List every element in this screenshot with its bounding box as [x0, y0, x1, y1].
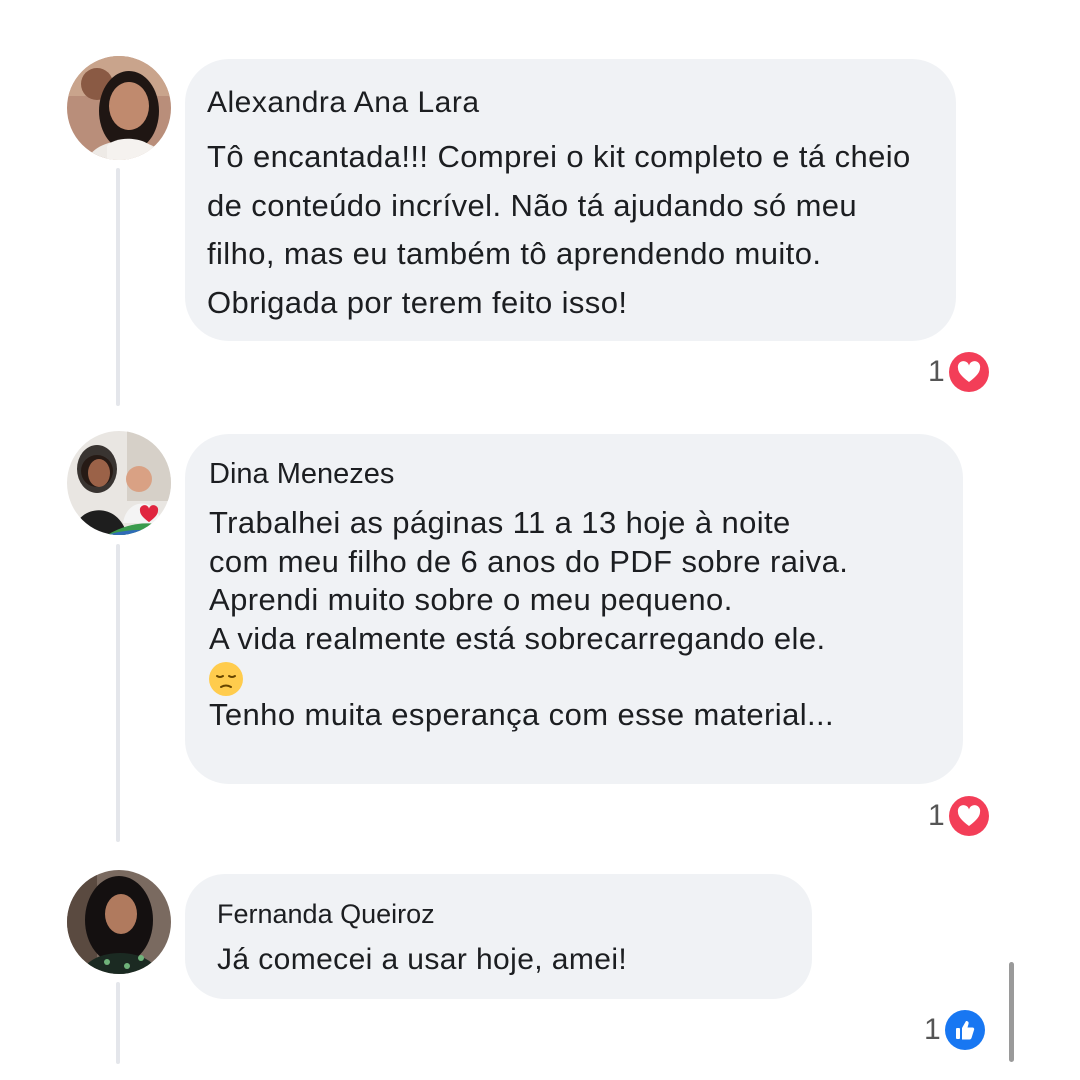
reaction-count: 1 — [924, 1013, 941, 1046]
thread-line — [116, 544, 120, 842]
comment-bubble: Dina Menezes Trabalhei as páginas 11 a 1… — [185, 434, 963, 784]
emoji-line — [209, 658, 953, 696]
comment-text: Já comecei a usar hoje, amei! — [217, 943, 628, 976]
reaction-summary[interactable]: 1 — [928, 352, 989, 392]
heart-icon — [139, 505, 159, 523]
comment-author[interactable]: Alexandra Ana Lara — [207, 85, 932, 121]
comment-text: Tô encantada!!! Comprei o kit completo e… — [207, 139, 911, 320]
comment-author[interactable]: Fernanda Queiroz — [217, 898, 788, 930]
comment-author[interactable]: Dina Menezes — [209, 456, 953, 492]
comment-bubble: Fernanda Queiroz Já comecei a usar hoje,… — [185, 874, 812, 999]
comment-bubble: Alexandra Ana Lara Tô encantada!!! Compr… — [185, 59, 956, 341]
avatar[interactable] — [67, 431, 171, 535]
heart-icon — [948, 796, 989, 836]
reaction-count: 1 — [928, 799, 945, 832]
heart-icon — [948, 352, 989, 392]
thread-line — [116, 982, 120, 1064]
comment-text-line: A vida realmente está sobrecarregando el… — [209, 620, 826, 656]
comment-text-line: Trabalhei as páginas 11 a 13 hoje à noit… — [209, 505, 791, 540]
reaction-summary[interactable]: 1 — [924, 1010, 985, 1050]
pensive-face-emoji — [209, 661, 243, 696]
avatar[interactable] — [67, 870, 171, 974]
reaction-count: 1 — [928, 355, 945, 388]
scrollbar-thumb[interactable] — [1009, 962, 1014, 1062]
comment-text-line: com meu filho de 6 anos do PDF sobre rai… — [209, 543, 849, 579]
comment-text: Trabalhei as páginas 11 a 13 hoje à noit… — [209, 504, 953, 735]
comment-text-line: Aprendi muito sobre o meu pequeno. — [209, 582, 733, 617]
like-icon — [944, 1010, 985, 1050]
avatar[interactable] — [67, 56, 171, 160]
reaction-summary[interactable]: 1 — [928, 796, 989, 836]
thread-line — [116, 168, 120, 406]
comment-text-line: Tenho muita esperança com esse material.… — [209, 697, 835, 732]
